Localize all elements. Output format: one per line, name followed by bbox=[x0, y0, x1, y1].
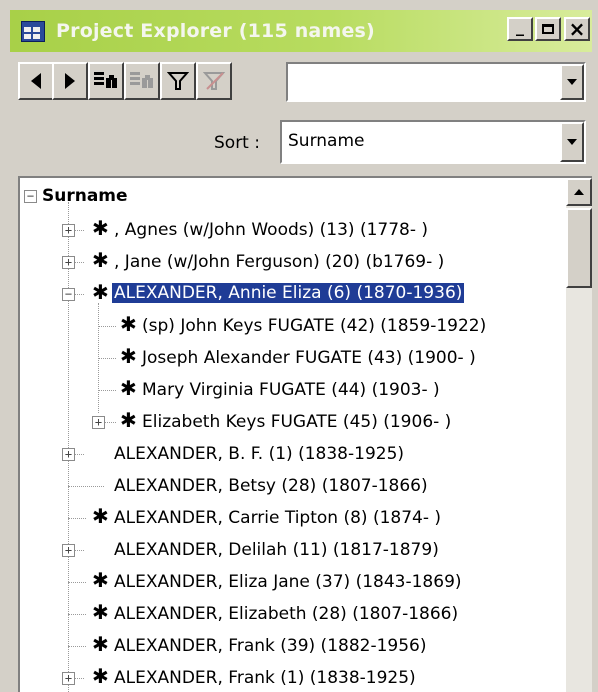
close-icon: × bbox=[568, 17, 586, 41]
chevron-down-icon bbox=[567, 79, 577, 85]
maximize-button[interactable] bbox=[535, 17, 561, 41]
maximize-icon bbox=[542, 24, 554, 34]
expand-icon[interactable]: + bbox=[62, 544, 75, 557]
forward-button[interactable] bbox=[52, 62, 88, 100]
tree-row-label: ALEXANDER, Delilah (11) (1817-1879) bbox=[114, 540, 439, 560]
star-icon: ✱ bbox=[92, 216, 109, 240]
star-icon: ✱ bbox=[120, 344, 137, 368]
tree-row-label: ALEXANDER, Elizabeth (28) (1807-1866) bbox=[114, 604, 459, 624]
back-arrow-icon bbox=[31, 73, 41, 89]
expand-icon[interactable]: + bbox=[92, 416, 105, 429]
search-dropdown-button[interactable] bbox=[560, 64, 584, 100]
star-icon: ✱ bbox=[92, 664, 109, 688]
sort-value: Surname bbox=[288, 131, 365, 151]
star-icon: ✱ bbox=[92, 248, 109, 272]
star-icon: ✱ bbox=[92, 280, 109, 304]
expand-icon[interactable]: + bbox=[62, 672, 75, 685]
tree-row-label: ALEXANDER, Frank (1) (1838-1925) bbox=[114, 668, 416, 688]
filter-icon bbox=[167, 72, 189, 90]
search-combo[interactable] bbox=[286, 62, 586, 102]
tree-row-label: Joseph Alexander FUGATE (43) (1900- ) bbox=[142, 348, 476, 368]
star-icon: ✱ bbox=[92, 632, 109, 656]
forward-arrow-icon bbox=[65, 73, 75, 89]
scroll-up-button[interactable] bbox=[566, 178, 592, 206]
sort-select[interactable]: Surname bbox=[280, 120, 586, 164]
tree-row-label: ALEXANDER, Frank (39) (1882-1956) bbox=[114, 636, 427, 656]
minimize-icon: _ bbox=[516, 16, 524, 36]
sort-label: Sort : bbox=[214, 133, 260, 153]
name-tree[interactable]: − Surname + ✱ , Agnes (w/John Woods) (13… bbox=[18, 176, 592, 692]
chevron-up-icon bbox=[574, 189, 584, 195]
tree-row-label: Elizabeth Keys FUGATE (45) (1906- ) bbox=[142, 412, 452, 432]
window-title: Project Explorer (115 names) bbox=[56, 20, 375, 42]
scrollbar-thumb[interactable] bbox=[566, 208, 592, 288]
vertical-scrollbar[interactable] bbox=[566, 178, 592, 692]
chevron-down-icon bbox=[567, 139, 577, 145]
expand-icon[interactable]: + bbox=[62, 448, 75, 461]
minimize-button[interactable]: _ bbox=[507, 17, 533, 41]
tree-row-label: ALEXANDER, B. F. (1) (1838-1925) bbox=[114, 444, 405, 464]
star-icon: ✱ bbox=[92, 568, 109, 592]
close-button[interactable]: × bbox=[564, 17, 590, 41]
back-button[interactable] bbox=[18, 62, 54, 100]
filter-button[interactable] bbox=[160, 62, 196, 100]
find-icon bbox=[94, 72, 117, 88]
star-icon: ✱ bbox=[120, 408, 137, 432]
star-icon: ✱ bbox=[120, 376, 137, 400]
star-icon: ✱ bbox=[92, 600, 109, 624]
tree-row-label: , Agnes (w/John Woods) (13) (1778- ) bbox=[114, 220, 429, 240]
star-icon: ✱ bbox=[120, 312, 137, 336]
sort-dropdown-button[interactable] bbox=[560, 122, 584, 162]
clear-filter-icon bbox=[203, 72, 225, 90]
expand-icon[interactable]: + bbox=[62, 256, 75, 269]
tree-row-label: (sp) John Keys FUGATE (42) (1859-1922) bbox=[142, 316, 487, 336]
tree-root-label: Surname bbox=[42, 186, 128, 206]
tree-row-label: , Jane (w/John Ferguson) (20) (b1769- ) bbox=[114, 252, 445, 272]
title-bar[interactable]: Project Explorer (115 names) _ × bbox=[10, 10, 592, 52]
tree-row-label: ALEXANDER, Betsy (28) (1807-1866) bbox=[114, 476, 428, 496]
tree-row-label: ALEXANDER, Carrie Tipton (8) (1874- ) bbox=[114, 508, 442, 528]
collapse-icon[interactable]: − bbox=[62, 288, 75, 301]
star-icon: ✱ bbox=[92, 504, 109, 528]
find-next-button[interactable] bbox=[124, 62, 160, 100]
project-explorer-window: Project Explorer (115 names) _ × Sort: … bbox=[0, 0, 598, 692]
tree-row-label: Mary Virginia FUGATE (44) (1903- ) bbox=[142, 380, 440, 400]
find-disabled-icon bbox=[130, 72, 153, 88]
find-button[interactable] bbox=[88, 62, 124, 100]
tree-row-label: ALEXANDER, Eliza Jane (37) (1843-1869) bbox=[114, 572, 462, 592]
clear-filter-button[interactable] bbox=[196, 62, 232, 100]
tree-row-label: ALEXANDER, Annie Eliza (6) (1870-1936) bbox=[112, 283, 465, 303]
expand-icon[interactable]: + bbox=[62, 224, 75, 237]
collapse-icon[interactable]: − bbox=[24, 190, 37, 203]
project-window-icon bbox=[20, 18, 46, 44]
